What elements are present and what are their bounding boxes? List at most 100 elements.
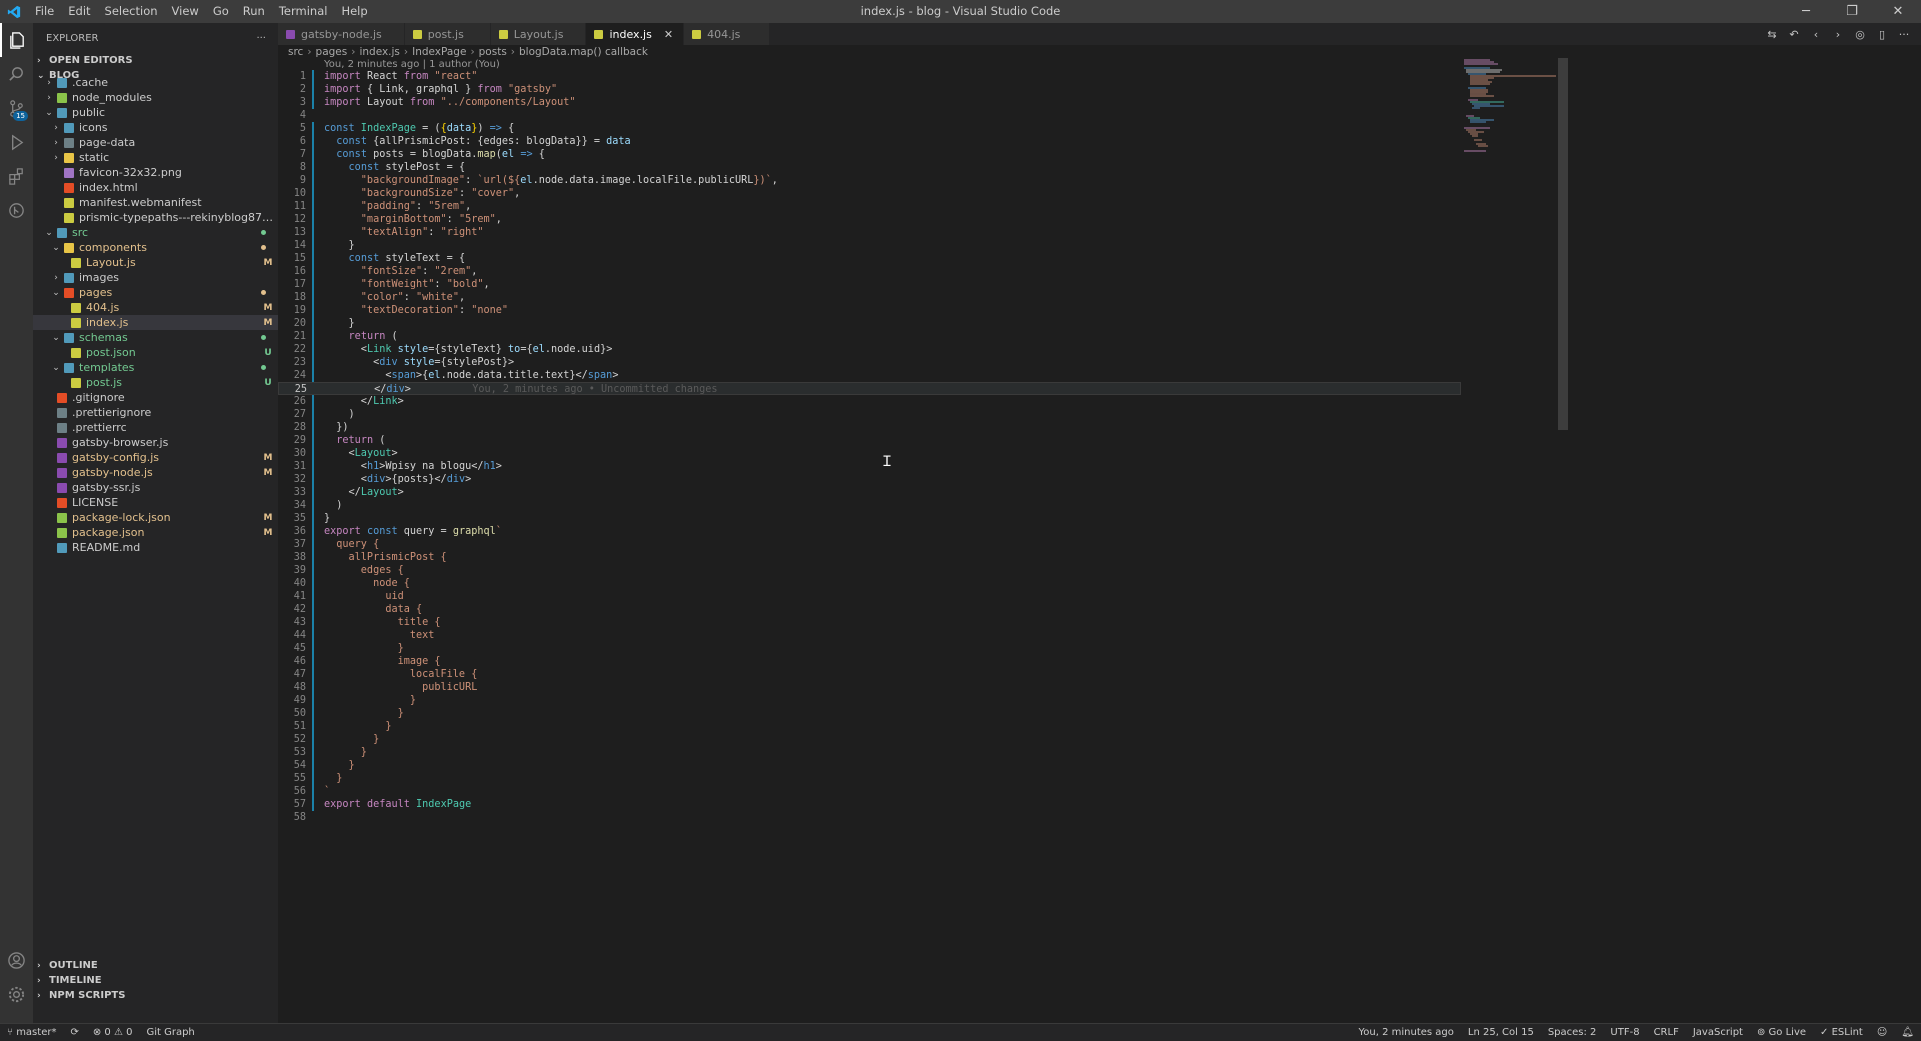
code-line[interactable]: 42 data { xyxy=(278,603,1461,616)
tree-item[interactable]: post.json U xyxy=(33,345,278,360)
menu-item-view[interactable]: View xyxy=(165,0,206,23)
code-line[interactable]: 21 return ( xyxy=(278,330,1461,343)
breadcrumb-item[interactable]: pages xyxy=(316,46,348,58)
menu-item-selection[interactable]: Selection xyxy=(98,0,165,23)
breadcrumb-item[interactable]: IndexPage xyxy=(412,46,466,58)
tree-item[interactable]: ⌄ pages xyxy=(33,285,278,300)
more-actions-icon[interactable]: ··· xyxy=(256,33,266,44)
tree-item[interactable]: manifest.webmanifest xyxy=(33,195,278,210)
code-line[interactable]: 27 ) xyxy=(278,408,1461,421)
code-line[interactable]: 26 </Link> xyxy=(278,395,1461,408)
git-codelens[interactable]: You, 2 minutes ago | 1 author (You) xyxy=(324,59,500,70)
code-line[interactable]: 23 <div style={stylePost}> xyxy=(278,356,1461,369)
code-line[interactable]: 36 export const query = graphql` xyxy=(278,525,1461,538)
code-line[interactable]: 55 } xyxy=(278,772,1461,785)
breadcrumb-item[interactable]: posts xyxy=(479,46,507,58)
code-line[interactable]: 22 <Link style={styleText} to={el.node.u… xyxy=(278,343,1461,356)
menu-item-edit[interactable]: Edit xyxy=(61,0,97,23)
tree-item[interactable]: Layout.js M xyxy=(33,255,278,270)
previous-change-icon[interactable]: ‹ xyxy=(1809,27,1823,41)
tab-layout-js[interactable]: Layout.js xyxy=(490,23,587,45)
section-npm-scripts[interactable]: › NPM SCRIPTS xyxy=(33,988,278,1003)
tree-item[interactable]: gatsby-config.js M xyxy=(33,450,278,465)
open-changes-icon[interactable]: ⇆ xyxy=(1765,27,1779,41)
code-line[interactable]: 52 } xyxy=(278,733,1461,746)
code-line[interactable]: 7 const posts = blogData.map(el => { xyxy=(278,148,1461,161)
tree-item[interactable]: package-lock.json M xyxy=(33,510,278,525)
code-line[interactable]: 6 const {allPrismicPost: {edges: blogDat… xyxy=(278,135,1461,148)
menu-item-terminal[interactable]: Terminal xyxy=(272,0,335,23)
close-tab-icon[interactable]: ✕ xyxy=(664,28,673,41)
code-line[interactable]: 50 } xyxy=(278,707,1461,720)
breadcrumb-item[interactable]: index.js xyxy=(359,46,399,58)
menu-item-help[interactable]: Help xyxy=(334,0,374,23)
run-debug-icon[interactable] xyxy=(0,125,33,159)
tree-item[interactable]: ⌄ src xyxy=(33,225,278,240)
code-line[interactable]: 13 "textAlign": "right" xyxy=(278,226,1461,239)
git-blame-status[interactable]: You, 2 minutes ago xyxy=(1351,1024,1460,1041)
section-outline[interactable]: › OUTLINE xyxy=(33,958,278,973)
go-live-button[interactable]: ⊚ Go Live xyxy=(1750,1024,1813,1041)
tree-item[interactable]: › page-data xyxy=(33,135,278,150)
code-line[interactable]: 47 localFile { xyxy=(278,668,1461,681)
tree-item[interactable]: › node_modules xyxy=(33,90,278,105)
code-line[interactable]: 14 } xyxy=(278,239,1461,252)
tab-gatsby-node-js[interactable]: gatsby-node.js xyxy=(278,23,405,45)
language-mode[interactable]: JavaScript xyxy=(1686,1024,1750,1041)
code-line[interactable]: 25 </div> You, 2 minutes ago • Uncommitt… xyxy=(278,382,1461,395)
code-line[interactable]: 10 "backgroundSize": "cover", xyxy=(278,187,1461,200)
vertical-scrollbar[interactable] xyxy=(1558,58,1568,430)
code-line[interactable]: 38 allPrismicPost { xyxy=(278,551,1461,564)
go-back-icon[interactable]: ↶ xyxy=(1787,27,1801,41)
tree-item[interactable]: › static xyxy=(33,150,278,165)
tree-item[interactable]: favicon-32x32.png xyxy=(33,165,278,180)
explorer-icon[interactable] xyxy=(0,23,33,57)
code-line[interactable]: 31 <h1>Wpisy na blogu</h1> xyxy=(278,460,1461,473)
close-window-icon[interactable]: ✕ xyxy=(1875,0,1921,23)
code-line[interactable]: 1 import React from "react" xyxy=(278,70,1461,83)
split-editor-icon[interactable]: ▯ xyxy=(1875,27,1889,41)
code-line[interactable]: 32 <div>{posts}</div> xyxy=(278,473,1461,486)
tree-item[interactable]: .prettierrc xyxy=(33,420,278,435)
code-line[interactable]: 43 title { xyxy=(278,616,1461,629)
tree-item[interactable]: ⌄ public xyxy=(33,105,278,120)
more-editor-actions-icon[interactable]: ··· xyxy=(1897,27,1911,41)
branch-status[interactable]: ⑂ master* xyxy=(0,1024,63,1041)
code-line[interactable]: 39 edges { xyxy=(278,564,1461,577)
code-line[interactable]: 34 ) xyxy=(278,499,1461,512)
sync-icon[interactable]: ⟳ xyxy=(63,1024,85,1041)
tree-item[interactable]: gatsby-ssr.js xyxy=(33,480,278,495)
search-icon[interactable] xyxy=(0,57,33,91)
code-line[interactable]: 30 <Layout> xyxy=(278,447,1461,460)
menu-item-run[interactable]: Run xyxy=(236,0,272,23)
code-line[interactable]: 53 } xyxy=(278,746,1461,759)
code-line[interactable]: 46 image { xyxy=(278,655,1461,668)
git-graph-status[interactable]: Git Graph xyxy=(139,1024,201,1041)
tab-index-js[interactable]: index.js ✕ xyxy=(586,23,685,45)
tree-item[interactable]: prismic-typepaths---rekinyblog872cea5dab… xyxy=(33,210,278,225)
tree-item[interactable]: ⌄ templates xyxy=(33,360,278,375)
code-line[interactable]: 56 ` xyxy=(278,785,1461,798)
tree-item[interactable]: package.json M xyxy=(33,525,278,540)
menu-item-go[interactable]: Go xyxy=(206,0,236,23)
open-editors-section[interactable]: › OPEN EDITORS xyxy=(33,53,278,68)
menu-item-file[interactable]: File xyxy=(28,0,61,23)
code-line[interactable]: 45 } xyxy=(278,642,1461,655)
code-line[interactable]: 9 "backgroundImage": `url(${el.node.data… xyxy=(278,174,1461,187)
next-change-icon[interactable]: › xyxy=(1831,27,1845,41)
encoding-status[interactable]: UTF-8 xyxy=(1603,1024,1646,1041)
code-line[interactable]: 48 publicURL xyxy=(278,681,1461,694)
code-line[interactable]: 15 const styleText = { xyxy=(278,252,1461,265)
tree-item[interactable]: ⌄ components xyxy=(33,240,278,255)
git-graph-icon[interactable] xyxy=(0,193,33,227)
breadcrumb-item[interactable]: src xyxy=(288,46,303,58)
restore-icon[interactable]: ❐ xyxy=(1829,0,1875,23)
code-line[interactable]: 12 "marginBottom": "5rem", xyxy=(278,213,1461,226)
eol-status[interactable]: CRLF xyxy=(1647,1024,1686,1041)
settings-gear-icon[interactable] xyxy=(0,977,33,1011)
tree-item[interactable]: LICENSE xyxy=(33,495,278,510)
code-line[interactable]: 3 import Layout from "../components/Layou… xyxy=(278,96,1461,109)
code-line[interactable]: 58 xyxy=(278,811,1461,824)
code-line[interactable]: 40 node { xyxy=(278,577,1461,590)
tree-item[interactable]: index.html xyxy=(33,180,278,195)
